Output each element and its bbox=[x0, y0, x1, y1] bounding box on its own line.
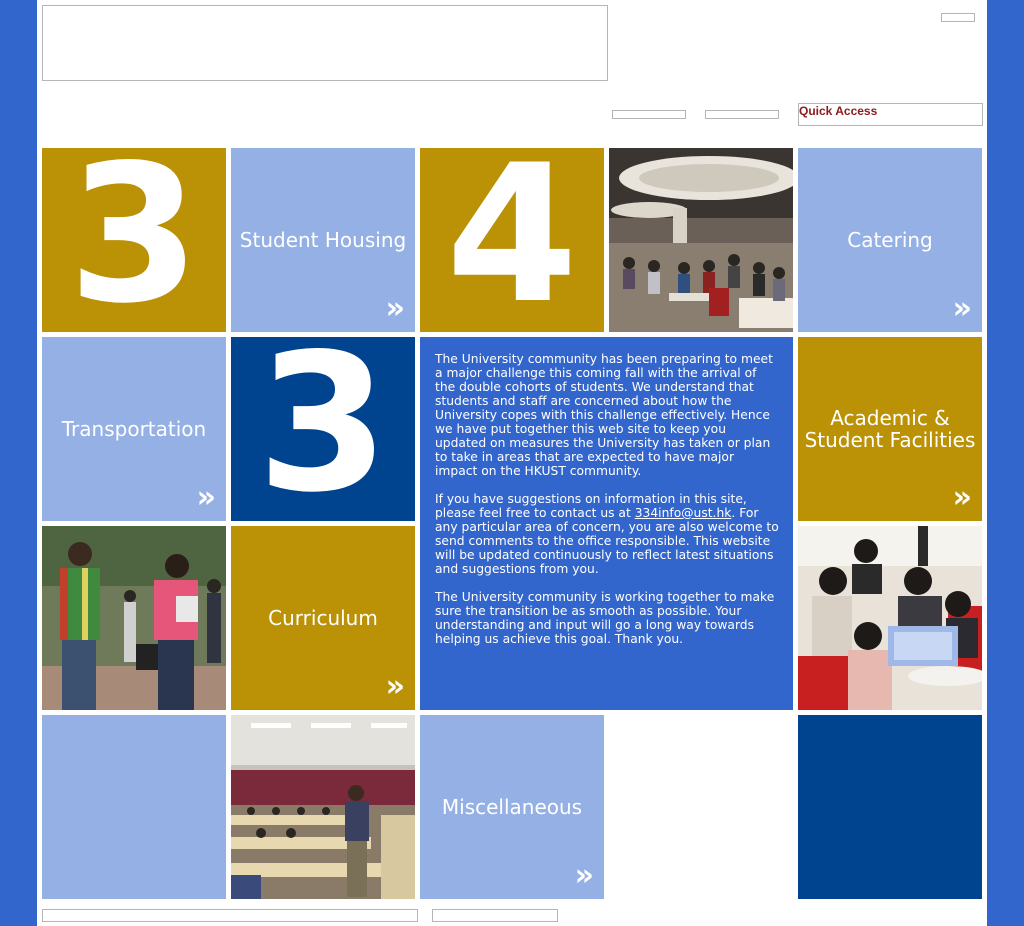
quick-access-label: Quick Access bbox=[799, 104, 878, 118]
curriculum-label: Curriculum bbox=[268, 606, 378, 630]
footer-placeholder-2 bbox=[432, 909, 558, 922]
tile-number-3-navy: 3 bbox=[231, 337, 415, 521]
academic-student-facilities-tile[interactable]: Academic & Student Facilities » bbox=[798, 337, 982, 521]
students-studying-photo bbox=[798, 526, 982, 710]
academic-label-line2: Student Facilities bbox=[804, 428, 976, 452]
number-4-graphic: 4 bbox=[445, 148, 579, 332]
tile-number-4: 4 bbox=[420, 148, 604, 332]
catering-label: Catering bbox=[847, 228, 933, 252]
canteen-photo bbox=[609, 148, 793, 332]
navy-blank-tile bbox=[798, 715, 982, 899]
intro-paragraph-3: The University community is working toge… bbox=[435, 590, 775, 646]
lecture-room-photo bbox=[231, 715, 415, 899]
contact-email-link[interactable]: 334info@ust.hk bbox=[635, 506, 732, 520]
curriculum-tile[interactable]: Curriculum » bbox=[231, 526, 415, 710]
student-housing-label: Student Housing bbox=[239, 228, 407, 252]
number-3-graphic: 3 bbox=[256, 337, 390, 521]
number-3-graphic: 3 bbox=[67, 148, 201, 332]
page-content: Quick Access 3 Student Housing » 4 Cater… bbox=[37, 0, 987, 926]
miscellaneous-tile[interactable]: Miscellaneous » bbox=[420, 715, 604, 899]
header-nav-button-2[interactable] bbox=[705, 110, 779, 119]
logo-banner-placeholder bbox=[42, 5, 608, 81]
light-blue-blank-tile bbox=[42, 715, 226, 899]
chevron-double-right-icon: » bbox=[385, 669, 405, 704]
chevron-double-right-icon: » bbox=[385, 291, 405, 326]
chevron-double-right-icon: » bbox=[952, 480, 972, 515]
tile-number-3: 3 bbox=[42, 148, 226, 332]
students-walking-photo bbox=[42, 526, 226, 710]
miscellaneous-label: Miscellaneous bbox=[441, 795, 583, 819]
intro-text-panel: The University community has been prepar… bbox=[420, 337, 793, 710]
header-nav-button-1[interactable] bbox=[612, 110, 686, 119]
academic-label-line1: Academic & bbox=[830, 406, 950, 430]
catering-tile[interactable]: Catering » bbox=[798, 148, 982, 332]
chevron-double-right-icon: » bbox=[952, 291, 972, 326]
transportation-label: Transportation bbox=[61, 417, 207, 441]
student-housing-tile[interactable]: Student Housing » bbox=[231, 148, 415, 332]
top-right-link-placeholder[interactable] bbox=[941, 13, 975, 22]
intro-paragraph-1: The University community has been prepar… bbox=[435, 352, 773, 478]
intro-paragraph-2: If you have suggestions on information i… bbox=[435, 492, 779, 576]
quick-access-select[interactable]: Quick Access bbox=[798, 103, 983, 126]
footer-placeholder-1 bbox=[42, 909, 418, 922]
chevron-double-right-icon: » bbox=[196, 480, 216, 515]
chevron-double-right-icon: » bbox=[574, 858, 594, 893]
transportation-tile[interactable]: Transportation » bbox=[42, 337, 226, 521]
